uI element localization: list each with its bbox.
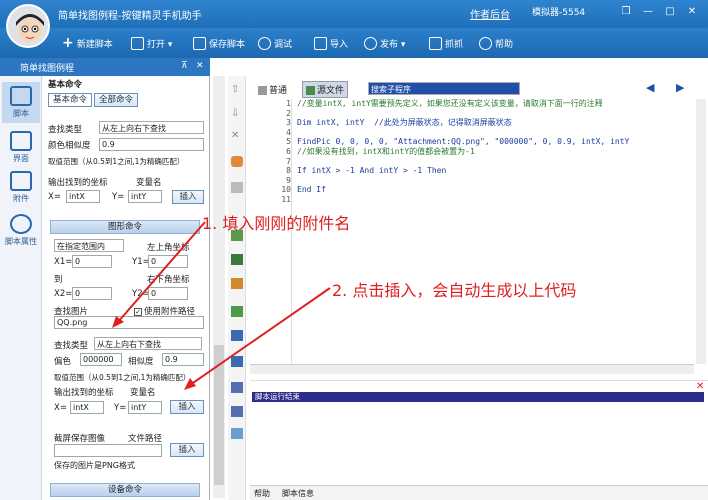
annotation-arrows (112, 221, 331, 390)
annotation-1: 1. 填入刚刚的附件名 (202, 214, 351, 233)
avatar[interactable] (6, 4, 50, 48)
annotation-2: 2. 点击插入，会自动生成以上代码 (332, 281, 577, 300)
